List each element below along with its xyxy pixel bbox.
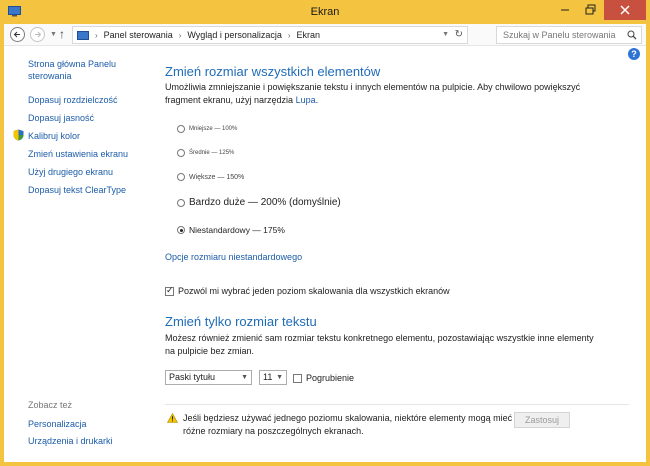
option-label: Mniejsze — 100% xyxy=(189,126,238,132)
refresh-icon[interactable]: ↻ xyxy=(455,29,463,40)
sidebar: Strona główna Panelu sterowania Dopasuj … xyxy=(4,46,154,462)
chevron-down-icon[interactable]: ▼ xyxy=(442,31,449,38)
warning-icon xyxy=(167,413,178,423)
option-extra-large[interactable]: Bardzo duże — 200% (domyślnie) xyxy=(177,197,341,208)
minimize-icon xyxy=(561,9,569,11)
divider xyxy=(165,404,629,405)
title-bar: Ekran xyxy=(0,0,650,24)
single-scaling-label: Pozwól mi wybrać jeden poziom skalowania… xyxy=(178,286,450,296)
sidebar-item-calibrate-color[interactable]: Kalibruj kolor xyxy=(28,130,80,142)
description-end: . xyxy=(315,95,319,105)
custom-size-options-link[interactable]: Opcje rozmiaru niestandardowego xyxy=(165,252,302,262)
font-size-value: 11 xyxy=(263,372,273,382)
radio-button[interactable] xyxy=(177,173,185,181)
address-bar: ▼ ↑ › Panel sterowania › Wygląd i person… xyxy=(4,24,646,46)
option-larger[interactable]: Większe — 150% xyxy=(177,173,244,181)
chevron-down-icon: ▼ xyxy=(276,374,283,381)
option-label: Większe — 150% xyxy=(189,173,245,181)
apply-button[interactable]: Zastosuj xyxy=(514,412,570,428)
close-button[interactable] xyxy=(604,0,646,20)
chevron-right-icon: › xyxy=(95,30,98,40)
chevron-right-icon: › xyxy=(287,30,291,40)
section-description: Umożliwia zmniejszanie i powiększanie te… xyxy=(165,81,595,107)
element-select-value: Paski tytułu xyxy=(169,372,216,382)
radio-button-selected[interactable] xyxy=(177,226,185,234)
search-placeholder: Szukaj w Panelu sterowania xyxy=(503,30,616,40)
breadcrumb[interactable]: › Panel sterowania › Wygląd i personaliz… xyxy=(72,26,468,44)
description-text: Umożliwia zmniejszanie i powiększanie te… xyxy=(165,82,581,105)
radio-button[interactable] xyxy=(177,149,185,157)
main-panel: Zmień rozmiar wszystkich elementów Umożl… xyxy=(165,46,635,462)
restore-icon xyxy=(585,4,596,15)
section-heading-all-items: Zmień rozmiar wszystkich elementów xyxy=(165,64,381,79)
bold-checkbox[interactable] xyxy=(293,373,302,383)
single-scaling-checkbox[interactable] xyxy=(165,285,174,296)
sidebar-item-cleartype[interactable]: Dopasuj tekst ClearType xyxy=(28,184,126,196)
sidebar-item-resolution[interactable]: Dopasuj rozdzielczość xyxy=(28,94,118,106)
sidebar-item-display-settings[interactable]: Zmień ustawienia ekranu xyxy=(28,148,128,160)
breadcrumb-item[interactable]: Panel sterowania xyxy=(104,30,173,40)
arrow-left-icon xyxy=(13,31,20,38)
option-medium[interactable]: Średnie — 125% xyxy=(177,149,234,157)
element-select[interactable]: Paski tytułu ▼ xyxy=(165,370,252,385)
recent-locations-icon[interactable]: ▼ xyxy=(50,31,57,38)
see-also-heading: Zobacz też xyxy=(28,400,73,410)
search-input[interactable]: Szukaj w Panelu sterowania xyxy=(496,26,642,44)
magnifier-link[interactable]: Lupa xyxy=(296,95,316,105)
close-icon xyxy=(620,5,630,15)
window: Ekran ▼ ↑ › Panel sterowania › Wygląd i … xyxy=(0,0,650,466)
content-area: ? Strona główna Panelu sterowania Dopasu… xyxy=(4,46,646,462)
bold-option[interactable]: Pogrubienie xyxy=(293,373,354,383)
bold-label: Pogrubienie xyxy=(306,373,355,383)
sidebar-item-home[interactable]: Strona główna Panelu sterowania xyxy=(28,58,128,82)
single-scaling-option[interactable]: Pozwól mi wybrać jeden poziom skalowania… xyxy=(165,285,450,296)
option-label: Niestandardowy — 175% xyxy=(189,225,285,235)
sidebar-item-second-screen[interactable]: Użyj drugiego ekranu xyxy=(28,166,113,178)
option-custom[interactable]: Niestandardowy — 175% xyxy=(177,225,285,235)
chevron-down-icon: ▼ xyxy=(241,374,248,381)
maximize-button[interactable] xyxy=(578,0,604,20)
see-also-personalization[interactable]: Personalizacja xyxy=(28,418,87,430)
section-heading-text-only: Zmień tylko rozmiar tekstu xyxy=(165,314,317,329)
scaling-notice: Jeśli będziesz używać jednego poziomu sk… xyxy=(183,413,513,436)
option-label: Średnie — 125% xyxy=(189,150,235,156)
option-smaller[interactable]: Mniejsze — 100% xyxy=(177,125,237,133)
chevron-right-icon: › xyxy=(178,30,182,40)
up-arrow-icon[interactable]: ↑ xyxy=(59,27,65,41)
shield-icon xyxy=(13,129,24,141)
option-label: Bardzo duże — 200% (domyślnie) xyxy=(189,197,341,208)
search-icon[interactable] xyxy=(627,29,637,41)
control-panel-icon xyxy=(77,30,89,40)
forward-button[interactable] xyxy=(30,27,45,42)
breadcrumb-item[interactable]: Ekran xyxy=(297,30,321,40)
font-size-select[interactable]: 11 ▼ xyxy=(259,370,287,385)
radio-button[interactable] xyxy=(177,198,185,207)
radio-button[interactable] xyxy=(177,125,185,133)
back-button[interactable] xyxy=(10,27,25,42)
sidebar-item-brightness[interactable]: Dopasuj jasność xyxy=(28,112,94,124)
text-size-description: Możesz również zmienić sam rozmiar tekst… xyxy=(165,333,594,356)
breadcrumb-item[interactable]: Wygląd i personalizacja xyxy=(187,30,281,40)
arrow-right-icon xyxy=(35,31,42,38)
see-also-devices-printers[interactable]: Urządzenia i drukarki xyxy=(28,435,113,447)
minimize-button[interactable] xyxy=(552,0,578,20)
